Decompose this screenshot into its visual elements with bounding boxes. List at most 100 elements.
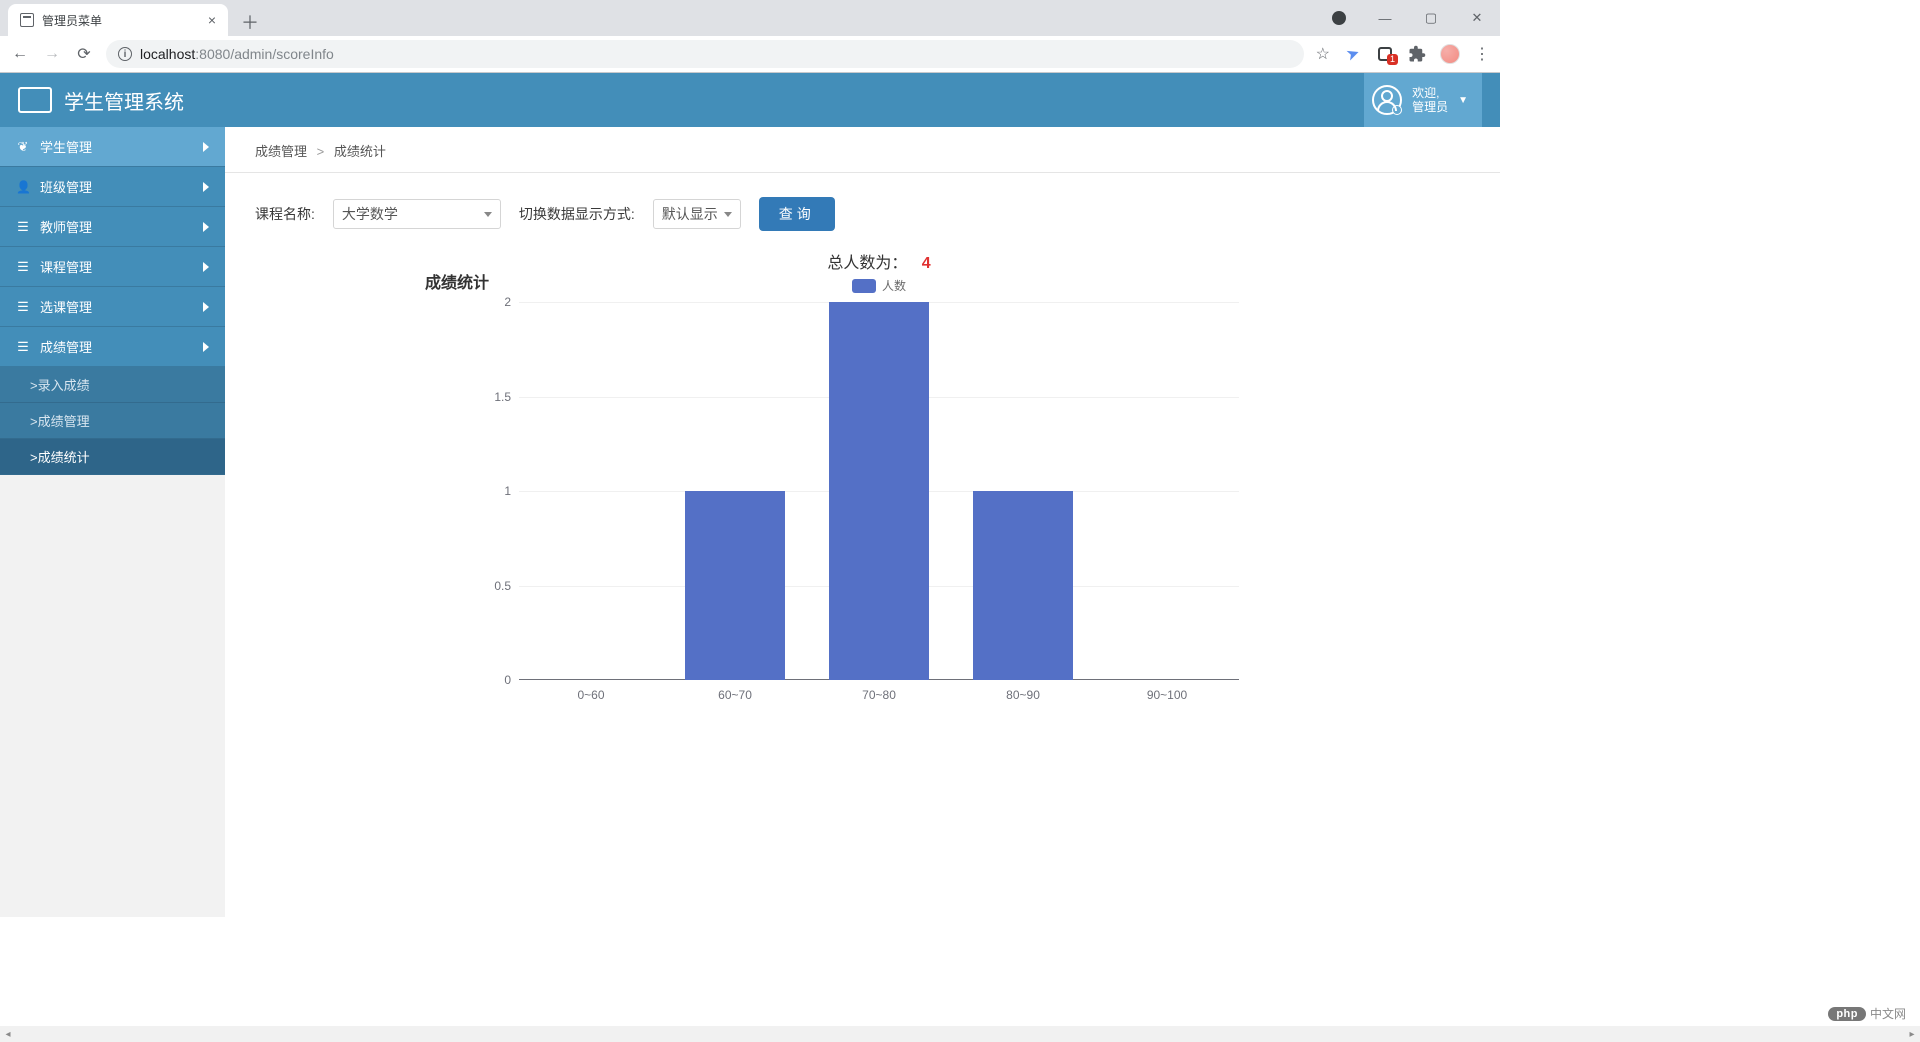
toolbar-right: ☆ ➤ 1 ⋮ — [1316, 44, 1490, 64]
user-icon — [16, 179, 30, 194]
sidebar-item-teacher[interactable]: 教师管理 — [0, 207, 225, 247]
url-port: :8080 — [195, 46, 230, 62]
back-button[interactable]: ← — [10, 44, 30, 64]
watermark: php 中文网 — [1824, 1003, 1910, 1024]
chevron-right-icon — [203, 142, 209, 152]
chart-legend[interactable]: 人数 — [519, 277, 1239, 294]
x-axis-label: 0~60 — [578, 688, 605, 702]
sidebar-subitem-manage-score[interactable]: >成绩管理 — [0, 403, 225, 439]
extensions-puzzle-icon[interactable] — [1408, 45, 1426, 63]
reload-button[interactable]: ⟳ — [74, 44, 94, 64]
list-icon — [16, 259, 30, 275]
sidebar-submenu-score: >录入成绩 >成绩管理 >成绩统计 — [0, 367, 225, 475]
minimize-button[interactable]: — — [1362, 3, 1408, 33]
incognito-icon — [1316, 3, 1362, 33]
bars-container — [519, 302, 1239, 680]
tab-title: 管理员菜单 — [42, 12, 102, 29]
sidebar: 学生管理 班级管理 教师管理 课程管理 选课管理 成绩管理 >录入成绩 >成绩管… — [0, 127, 225, 917]
chevron-down-icon — [724, 212, 732, 217]
window-controls: — ▢ ✕ — [1316, 0, 1500, 36]
extension-badge: 1 — [1387, 54, 1398, 65]
x-axis-label: 60~70 — [718, 688, 752, 702]
display-mode-label: 切换数据显示方式: — [519, 204, 635, 224]
sidebar-item-class[interactable]: 班级管理 — [0, 167, 225, 207]
chevron-right-icon — [203, 342, 209, 352]
bar-slot — [807, 302, 951, 680]
sidebar-item-label: 成绩管理 — [40, 337, 92, 356]
course-select[interactable]: 大学数学 — [333, 199, 501, 229]
sidebar-item-label: 教师管理 — [40, 217, 92, 236]
new-tab-button[interactable]: ＋ — [236, 8, 264, 36]
y-axis-tick: 0.5 — [494, 579, 519, 593]
breadcrumb-current: 成绩统计 — [334, 144, 386, 159]
sidebar-item-elective[interactable]: 选课管理 — [0, 287, 225, 327]
y-axis-tick: 2 — [504, 295, 519, 309]
filter-bar: 课程名称: 大学数学 切换数据显示方式: 默认显示 查询 — [225, 173, 1500, 239]
y-axis-tick: 1 — [504, 484, 519, 498]
sidebar-item-label: 班级管理 — [40, 177, 92, 196]
legend-swatch — [852, 279, 876, 293]
bar[interactable] — [973, 491, 1074, 680]
sidebar-subitem-label: >成绩统计 — [30, 447, 90, 466]
monitor-icon — [20, 13, 34, 27]
x-axis-label: 90~100 — [1147, 688, 1187, 702]
omnibox[interactable]: i localhost:8080/admin/scoreInfo — [106, 40, 1304, 68]
sidebar-subitem-stat-score[interactable]: >成绩统计 — [0, 439, 225, 475]
horizontal-scrollbar[interactable]: ◂ ▸ — [0, 1026, 1920, 1042]
sidebar-item-student[interactable]: 学生管理 — [0, 127, 225, 167]
close-window-button[interactable]: ✕ — [1454, 3, 1500, 33]
sidebar-item-label: 选课管理 — [40, 297, 92, 316]
extension-icon[interactable]: 1 — [1376, 45, 1394, 63]
sidebar-item-label: 学生管理 — [40, 137, 92, 156]
star-icon[interactable]: ☆ — [1316, 44, 1330, 64]
sidebar-subitem-label: >成绩管理 — [30, 411, 90, 430]
bar-slot — [951, 302, 1095, 680]
chart-plot: 00.511.520~6060~7070~8080~9090~100 — [519, 302, 1239, 702]
breadcrumb-parent[interactable]: 成绩管理 — [255, 144, 307, 159]
scrollbar-track[interactable] — [16, 1026, 1904, 1042]
scrollbar-left-arrow[interactable]: ◂ — [0, 1026, 16, 1042]
sidebar-item-score[interactable]: 成绩管理 — [0, 327, 225, 367]
course-name-label: 课程名称: — [255, 204, 315, 224]
browser-chrome: 管理员菜单 × ＋ — ▢ ✕ ← → ⟳ i localhost:8080/a… — [0, 0, 1500, 73]
list-icon — [16, 339, 30, 355]
y-axis-tick: 1.5 — [494, 390, 519, 404]
x-axis-label: 80~90 — [1006, 688, 1040, 702]
sidebar-subitem-enter-score[interactable]: >录入成绩 — [0, 367, 225, 403]
legend-label: 人数 — [882, 277, 906, 294]
site-info-icon[interactable]: i — [118, 47, 132, 61]
display-mode-select[interactable]: 默认显示 — [653, 199, 741, 229]
bar[interactable] — [685, 491, 786, 680]
maximize-button[interactable]: ▢ — [1408, 3, 1454, 33]
leaf-icon — [16, 139, 30, 155]
browser-tab[interactable]: 管理员菜单 × — [8, 4, 228, 36]
breadcrumb-separator: > — [317, 144, 325, 159]
x-axis-label: 70~80 — [862, 688, 896, 702]
chevron-right-icon — [203, 182, 209, 192]
user-avatar-icon — [1372, 85, 1402, 115]
close-icon[interactable]: × — [208, 12, 216, 28]
search-button[interactable]: 查询 — [759, 197, 835, 231]
bird-extension-icon[interactable]: ➤ — [1341, 42, 1364, 65]
display-mode-value: 默认显示 — [662, 204, 718, 224]
scrollbar-right-arrow[interactable]: ▸ — [1904, 1026, 1920, 1042]
chart-title: 成绩统计 — [425, 269, 489, 293]
bar-slot — [1095, 302, 1239, 680]
sidebar-item-course[interactable]: 课程管理 — [0, 247, 225, 287]
kebab-menu-icon[interactable]: ⋮ — [1474, 44, 1490, 64]
chevron-down-icon: ▼ — [1458, 95, 1468, 106]
bar[interactable] — [829, 302, 930, 680]
profile-avatar[interactable] — [1440, 44, 1460, 64]
user-greeting: 欢迎, 管理员 — [1412, 86, 1448, 115]
forward-button[interactable]: → — [42, 44, 62, 64]
watermark-pill: php — [1828, 1007, 1866, 1021]
chevron-right-icon — [203, 262, 209, 272]
app-header: 学生管理系统 欢迎, 管理员 ▼ — [0, 73, 1500, 127]
bar-slot — [663, 302, 807, 680]
app-title: 学生管理系统 — [64, 86, 184, 115]
chart-area: 总人数为： 4 人数 00.511.520~6060~7070~8080~909… — [519, 269, 1239, 702]
user-menu[interactable]: 欢迎, 管理员 ▼ — [1364, 73, 1482, 127]
sidebar-subitem-label: >录入成绩 — [30, 375, 90, 394]
tab-strip: 管理员菜单 × ＋ — ▢ ✕ — [0, 0, 1500, 36]
list-icon — [16, 219, 30, 235]
